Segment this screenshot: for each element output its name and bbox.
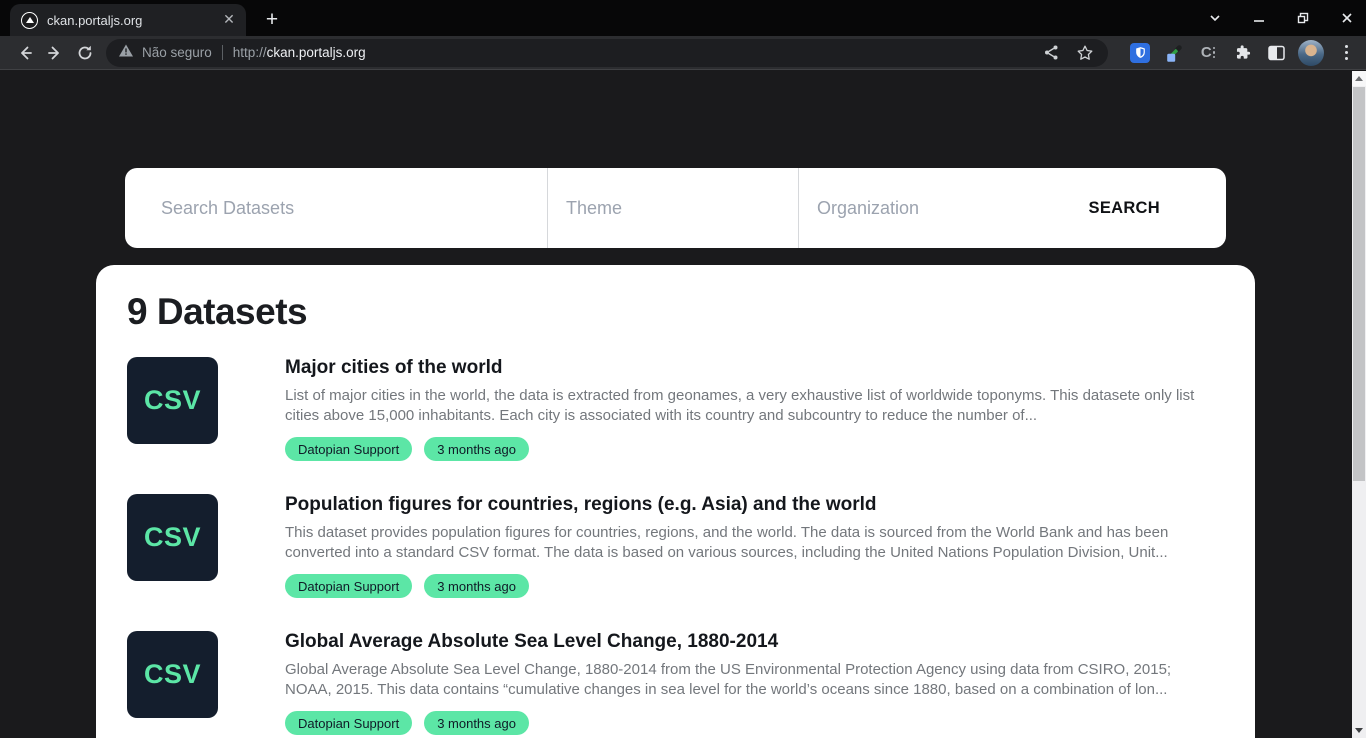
dataset-list-item: CSV Population figures for countries, re… (96, 494, 1255, 598)
dataset-description: List of major cities in the world, the d… (285, 386, 1221, 426)
close-button[interactable] (1336, 7, 1358, 29)
scroll-down-button[interactable] (1352, 723, 1366, 738)
page-scrollbar[interactable] (1352, 71, 1366, 738)
extensions-puzzle-icon[interactable] (1230, 41, 1254, 65)
forward-icon[interactable] (40, 39, 70, 67)
dataset-badge[interactable]: Datopian Support (285, 437, 412, 461)
dataset-title[interactable]: Major cities of the world (285, 357, 1221, 379)
dataset-badge[interactable]: 3 months ago (424, 711, 529, 735)
colorzilla-extension-icon[interactable]: C (1196, 41, 1220, 65)
profile-avatar[interactable] (1298, 40, 1324, 66)
share-icon[interactable] (1040, 42, 1062, 64)
theme-input[interactable] (566, 198, 784, 219)
dataset-list-item: CSV Global Average Absolute Sea Level Ch… (96, 631, 1255, 735)
dataset-list-item: CSV Major cities of the world List of ma… (96, 357, 1255, 461)
results-card: 9 Datasets CSV Major cities of the world… (96, 265, 1255, 738)
theme-field[interactable] (548, 168, 798, 248)
dataset-description: Global Average Absolute Sea Level Change… (285, 660, 1221, 700)
reload-icon[interactable] (70, 39, 100, 67)
search-button[interactable]: SEARCH (1089, 199, 1160, 218)
new-tab-button[interactable]: + (258, 6, 286, 34)
badge-row: Datopian Support 3 months ago (285, 574, 1221, 598)
window-controls (1204, 0, 1358, 36)
dataset-badge[interactable]: Datopian Support (285, 711, 412, 735)
minimize-button[interactable] (1248, 7, 1270, 29)
address-bar[interactable]: Não seguro http://ckan.portaljs.org (106, 39, 1108, 67)
dataset-body: Global Average Absolute Sea Level Change… (285, 631, 1221, 735)
dataset-description: This dataset provides population figures… (285, 523, 1221, 563)
url-host: ckan.portaljs.org (267, 45, 366, 60)
back-icon[interactable] (10, 39, 40, 67)
side-panel-icon[interactable] (1264, 41, 1288, 65)
results-heading: 9 Datasets (127, 291, 1255, 333)
dataset-list: CSV Major cities of the world List of ma… (96, 357, 1255, 738)
scroll-up-button[interactable] (1352, 71, 1366, 86)
tab-close-icon[interactable]: ✕ (220, 11, 238, 29)
badge-row: Datopian Support 3 months ago (285, 437, 1221, 461)
csv-format-icon: CSV (127, 494, 218, 581)
dataset-badge[interactable]: Datopian Support (285, 574, 412, 598)
csv-format-icon: CSV (127, 631, 218, 718)
browser-tab[interactable]: ckan.portaljs.org ✕ (10, 4, 246, 36)
omnibox-divider (222, 45, 223, 60)
browser-toolbar: Não seguro http://ckan.portaljs.org C (0, 36, 1366, 70)
dataset-title[interactable]: Global Average Absolute Sea Level Change… (285, 631, 1221, 653)
url-text: http://ckan.portaljs.org (233, 45, 366, 60)
color-picker-extension-icon[interactable] (1162, 41, 1186, 65)
kebab-menu-icon[interactable] (1334, 41, 1358, 65)
search-datasets-field[interactable] (125, 168, 547, 248)
dataset-badge[interactable]: 3 months ago (424, 437, 529, 461)
dataset-title[interactable]: Population figures for countries, region… (285, 494, 1221, 516)
tab-strip: ckan.portaljs.org ✕ + (0, 0, 1366, 36)
bookmark-star-icon[interactable] (1074, 42, 1096, 64)
scrollbar-thumb[interactable] (1353, 87, 1365, 481)
dataset-badge[interactable]: 3 months ago (424, 574, 529, 598)
page-content: SEARCH 9 Datasets CSV Major cities of th… (0, 71, 1366, 738)
chevron-down-icon[interactable] (1204, 7, 1226, 29)
badge-row: Datopian Support 3 months ago (285, 711, 1221, 735)
url-scheme: http:// (233, 45, 267, 60)
organization-field[interactable] (799, 168, 1089, 248)
dataset-body: Major cities of the world List of major … (285, 357, 1221, 461)
bitwarden-extension-icon[interactable] (1128, 41, 1152, 65)
search-datasets-input[interactable] (161, 198, 533, 219)
security-label[interactable]: Não seguro (142, 45, 212, 60)
csv-format-icon: CSV (127, 357, 218, 444)
dataset-search-bar: SEARCH (125, 168, 1226, 248)
tab-title: ckan.portaljs.org (47, 13, 220, 28)
site-favicon-icon (21, 12, 38, 29)
browser-window: ckan.portaljs.org ✕ + (0, 0, 1366, 738)
organization-input[interactable] (817, 198, 1075, 219)
warning-triangle-icon[interactable] (118, 43, 134, 63)
restore-button[interactable] (1292, 7, 1314, 29)
dataset-body: Population figures for countries, region… (285, 494, 1221, 598)
